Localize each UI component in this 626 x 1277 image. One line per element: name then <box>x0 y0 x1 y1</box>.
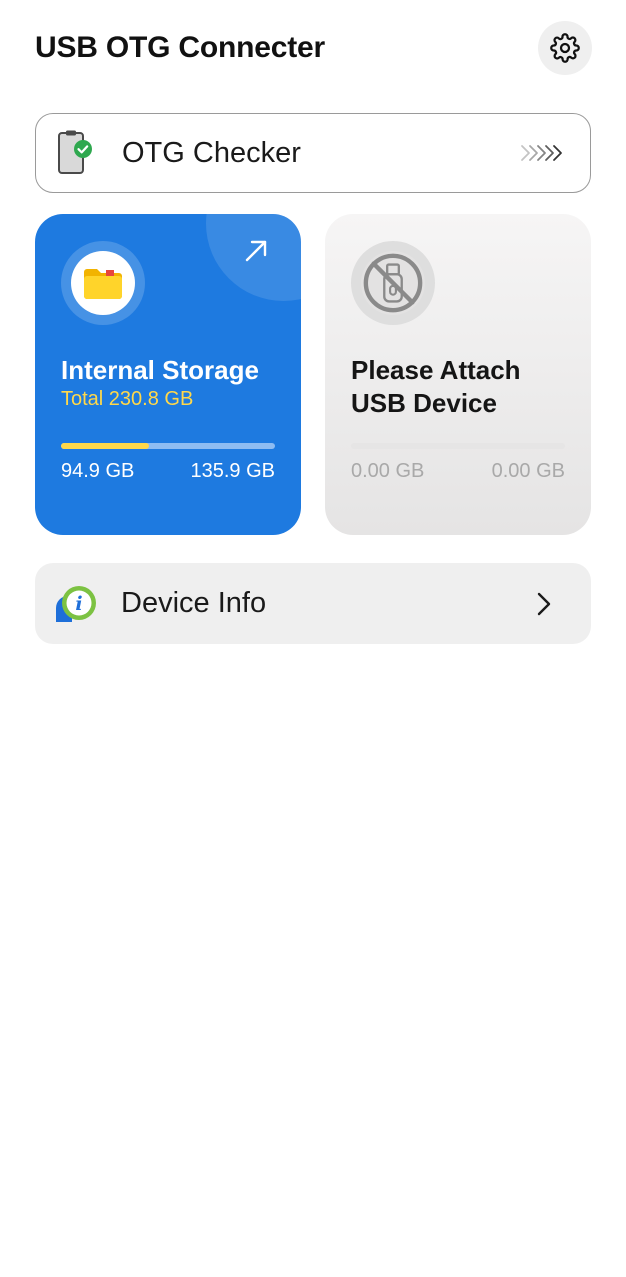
internal-storage-progress-fill <box>61 443 149 449</box>
svg-text:i: i <box>75 593 82 615</box>
app-screen: USB OTG Connecter OTG Checker Internal S… <box>0 0 626 1277</box>
phone-check-icon <box>58 130 92 174</box>
internal-storage-title: Internal Storage <box>61 355 259 385</box>
internal-storage-card[interactable]: Internal Storage Total 230.8 GB 94.9 GB … <box>35 214 301 535</box>
otg-checker-button[interactable]: OTG Checker <box>35 113 591 193</box>
internal-storage-progress <box>61 443 275 449</box>
usb-device-progress <box>351 443 565 449</box>
internal-storage-used: 94.9 GB <box>61 460 135 482</box>
app-header: USB OTG Connecter <box>35 20 592 76</box>
otg-checker-label: OTG Checker <box>122 136 301 169</box>
internal-storage-total: Total 230.8 GB <box>61 388 194 410</box>
usb-device-card[interactable]: Please Attach USB Device 0.00 GB 0.00 GB <box>325 214 591 535</box>
info-bubble-icon: i <box>56 585 96 622</box>
device-info-label: Device Info <box>121 587 267 619</box>
internal-storage-values: 94.9 GB 135.9 GB <box>61 460 275 483</box>
usb-disabled-icon <box>363 253 423 313</box>
gear-icon <box>550 33 580 63</box>
usb-device-used: 0.00 GB <box>351 460 425 482</box>
internal-storage-free: 135.9 GB <box>190 460 275 482</box>
app-title: USB OTG Connecter <box>35 31 325 64</box>
arrow-up-right-icon <box>245 240 267 262</box>
usb-device-title: Please Attach USB Device <box>351 355 521 418</box>
device-info-button[interactable]: i Device Info <box>35 563 591 644</box>
folder-icon-badge <box>61 241 145 325</box>
chevron-right-icon <box>537 592 551 615</box>
usb-device-values: 0.00 GB 0.00 GB <box>351 460 565 483</box>
folder-icon <box>84 269 122 299</box>
chevrons-right-icon <box>521 145 562 161</box>
usb-icon-badge <box>351 241 435 325</box>
settings-button[interactable] <box>538 21 592 75</box>
usb-device-free: 0.00 GB <box>491 460 565 482</box>
